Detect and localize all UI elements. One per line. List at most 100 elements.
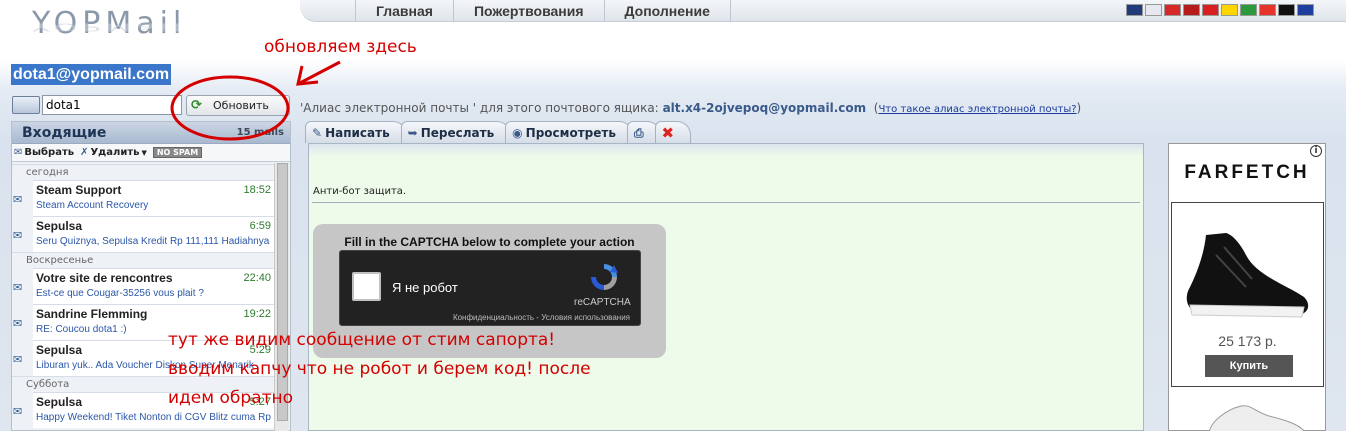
inbox-panel: Входящие 15 mails ✉ Выбрать ✗ Удалить ▼ … — [11, 121, 291, 431]
antibot-text: Анти-бот защита. — [313, 186, 407, 197]
delete-button[interactable]: ✗ Удалить ▼ — [80, 147, 147, 158]
nav-home[interactable]: Главная — [355, 0, 453, 22]
alias-prefix: 'Алиас электронной почты ' для этого поч… — [300, 101, 659, 115]
ad-buy-button[interactable]: Купить — [1205, 355, 1293, 377]
divider — [312, 202, 1140, 203]
message-row[interactable]: ✉ Votre site de rencontres 22:40 Est-ce que… — [13, 268, 274, 304]
top-nav: Главная Пожертвования Дополнение — [355, 0, 731, 22]
mail-tabs: ✎ Написать ➥ Переслать ◉ Просмотреть ⎙ ✖ — [305, 121, 692, 143]
mailbox-login-input[interactable] — [42, 95, 182, 115]
mail-content: Анти-бот защита. Fill in the CAPTCHA bel… — [308, 143, 1144, 431]
annotation-arrow-head — [296, 65, 319, 86]
day-separator: Воскресенье — [12, 252, 274, 268]
envelope-icon: ✉ — [13, 353, 23, 366]
alias-value: alt.x4-2ojvepoq@yopmail.com — [662, 101, 867, 115]
nospam-button[interactable]: NO SPAM — [152, 147, 203, 158]
language-flag-icon[interactable] — [1278, 4, 1295, 16]
tab-view[interactable]: ◉ Просмотреть — [505, 121, 633, 143]
ad-brand: FARFETCH — [1184, 162, 1310, 183]
message-sender: Sandrine Flemming — [36, 307, 148, 321]
annotation-line-2: вводим капчу что не робот и берем код! п… — [168, 359, 591, 379]
recaptcha-logo-icon — [591, 264, 618, 290]
language-flag-icon[interactable] — [1202, 4, 1219, 16]
message-sender: Sepulsa — [36, 395, 83, 409]
tab-compose[interactable]: ✎ Написать — [305, 121, 407, 143]
refresh-icon: ⟳ — [191, 97, 202, 113]
ad-price: 25 173 р. — [1218, 333, 1277, 349]
delete-icon: ✗ — [80, 147, 89, 158]
envelope-icon: ✉ — [13, 193, 23, 206]
message-sender: Sepulsa — [36, 343, 83, 357]
scrollbar-thumb[interactable] — [277, 163, 288, 421]
ad-info-icon[interactable]: i — [1310, 145, 1322, 157]
message-row[interactable]: ✉ Sepulsa 6:59 Seru Quiznya, Sepulsa Kredit… — [13, 216, 274, 252]
envelope-icon: ✉ — [13, 229, 23, 242]
tab-forward[interactable]: ➥ Переслать — [400, 121, 512, 143]
chevron-down-icon: ▼ — [141, 148, 147, 157]
refresh-button[interactable]: ⟳ Обновить — [186, 95, 290, 116]
message-subject: Happy Weekend! Tiket Nonton di CGV Blitz… — [36, 412, 271, 423]
message-time: 6:59 — [249, 220, 271, 232]
envelope-icon: ✉ — [13, 317, 23, 330]
second-sneaker-image — [1208, 405, 1305, 431]
language-flag-icon[interactable] — [1126, 4, 1143, 16]
delete-x-icon: ✖ — [661, 123, 675, 142]
captcha-title: Fill in the CAPTCHA below to complete yo… — [344, 235, 635, 249]
annotation-refresh-here: обновляем здесь — [264, 37, 417, 57]
ad-product-card[interactable]: 25 173 р. Купить — [1171, 202, 1324, 387]
eye-icon: ◉ — [512, 125, 523, 140]
message-sender: Votre site de rencontres — [36, 271, 173, 285]
language-flag-icon[interactable] — [1297, 4, 1314, 16]
printer-icon: ⎙ — [633, 125, 644, 140]
recaptcha-label: Я не робот — [392, 280, 458, 295]
message-time: 22:40 — [243, 272, 271, 284]
current-email-address: dota1@yopmail.com — [11, 64, 172, 85]
message-sender: Steam Support — [36, 183, 122, 197]
forward-icon: ➥ — [407, 125, 418, 140]
language-flag-icon[interactable] — [1145, 4, 1162, 16]
recaptcha-checkbox[interactable] — [352, 272, 381, 301]
nav-addon[interactable]: Дополнение — [603, 0, 731, 22]
envelope-icon: ✉ — [14, 147, 23, 158]
inbox-count: 15 mails — [236, 127, 284, 138]
annotation-arrow-shaft — [297, 60, 341, 86]
mailbox-menu-icon[interactable] — [12, 96, 40, 114]
message-sender: Sepulsa — [36, 219, 83, 233]
message-time: 19:22 — [243, 308, 271, 320]
annotation-line-1: тут же видим сообщение от стим сапорта! — [168, 330, 556, 350]
language-flag-icon[interactable] — [1259, 4, 1276, 16]
nav-donations[interactable]: Пожертвования — [452, 0, 604, 22]
envelope-icon: ✉ — [13, 281, 23, 294]
language-flag-icon[interactable] — [1164, 4, 1181, 16]
alias-help-link[interactable]: Что такое алиас электронной почты? — [878, 104, 1076, 115]
message-subject: Est-ce que Cougar-35256 vous plait ? — [36, 288, 204, 299]
select-button[interactable]: ✉ Выбрать — [14, 147, 74, 158]
compose-icon: ✎ — [312, 125, 323, 140]
inbox-toolbar: ✉ Выбрать ✗ Удалить ▼ NO SPAM — [12, 144, 290, 162]
alias-info: 'Алиас электронной почты ' для этого поч… — [300, 101, 1082, 115]
delete-label: Удалить — [90, 147, 140, 158]
mail-content-top — [309, 144, 1143, 156]
message-subject: Steam Account Recovery — [36, 200, 149, 211]
ad-banner[interactable]: i FARFETCH 25 173 р. Купить — [1168, 143, 1326, 431]
message-time: 18:52 — [243, 184, 271, 196]
recaptcha-links[interactable]: Конфиденциальность - Условия использован… — [340, 313, 630, 322]
envelope-icon: ✉ — [13, 405, 23, 418]
language-flag-icon[interactable] — [1183, 4, 1200, 16]
language-flag-icon[interactable] — [1221, 4, 1238, 16]
message-subject: Seru Quiznya, Sepulsa Kredit Rp 111,111 … — [36, 236, 270, 247]
annotation-line-3: идем обратно — [168, 388, 294, 408]
inbox-header: Входящие 15 mails — [12, 122, 290, 144]
tab-view-label: Просмотреть — [525, 125, 616, 140]
tab-delete[interactable]: ✖ — [654, 121, 692, 143]
refresh-label: Обновить — [213, 99, 269, 112]
message-row[interactable]: ✉ Steam Support 18:52 Steam Account Recover… — [13, 180, 274, 216]
tab-forward-label: Переслать — [420, 125, 495, 140]
select-label: Выбрать — [24, 147, 75, 158]
recaptcha-brand: reCAPTCHA — [574, 297, 631, 308]
language-flags — [1126, 4, 1314, 16]
yopmail-logo[interactable]: YOPMail YOPMail — [20, 0, 220, 48]
tab-compose-label: Написать — [325, 125, 390, 140]
language-flag-icon[interactable] — [1240, 4, 1257, 16]
recaptcha-widget: Я не робот reCAPTCHA Конфиденциальность … — [339, 250, 641, 326]
